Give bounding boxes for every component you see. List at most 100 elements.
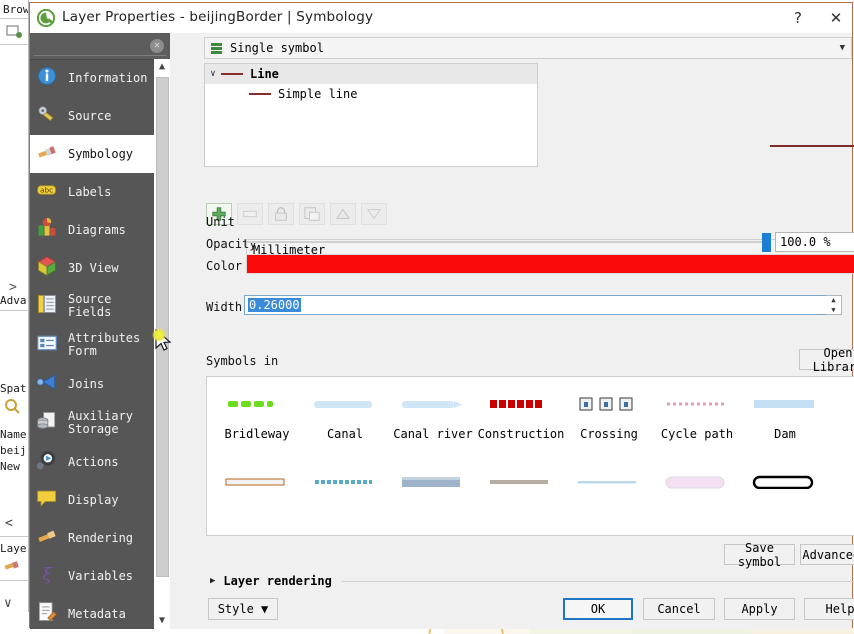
symbol-item[interactable]: Crossing	[565, 387, 653, 441]
source-fields-icon	[34, 293, 68, 319]
information-icon	[34, 65, 60, 87]
close-icon[interactable]: ✕	[819, 7, 853, 29]
symbol-item[interactable]: Canal	[301, 387, 389, 441]
symbols-list[interactable]: Bridleway Canal Canal river	[206, 376, 854, 536]
symbol-name: Canal	[301, 427, 389, 441]
symbol-item[interactable]	[565, 465, 653, 505]
add-layer-icon	[6, 24, 23, 39]
sidebar-item-rendering[interactable]: Rendering	[30, 519, 154, 557]
sidebar-item-symbology[interactable]: Symbology	[30, 135, 154, 173]
layer-rendering-section[interactable]: ▶ Layer rendering	[210, 573, 854, 589]
symbol-item[interactable]: Dam	[741, 387, 829, 441]
metadata-icon	[34, 601, 60, 623]
cancel-button[interactable]: Cancel	[643, 598, 715, 620]
help-button[interactable]: Help	[804, 598, 854, 620]
symbol-item[interactable]	[389, 465, 477, 505]
sidebar-search[interactable]: ✕	[30, 33, 170, 60]
advanced-button[interactable]: Advanced ▼	[800, 544, 854, 565]
symbology-brush-icon	[34, 141, 60, 163]
diagrams-icon	[34, 217, 60, 239]
clear-search-icon[interactable]: ✕	[150, 39, 164, 53]
sidebar-item-information[interactable]: Information	[30, 59, 154, 97]
dialog-title: Layer Properties - beijingBorder | Symbo…	[62, 9, 373, 25]
outline-orange-icon	[213, 465, 301, 499]
color-swatch[interactable]	[246, 254, 854, 274]
sidebar-scrollbar[interactable]: ▲ ▼	[154, 59, 170, 629]
zoom-icon	[4, 398, 20, 414]
sidebar-item-variables[interactable]: ξ Variables	[30, 557, 154, 595]
sidebar-item-auxiliary-storage[interactable]: Auxiliary Storage	[30, 403, 154, 443]
symbol-layer-row[interactable]: Simple line	[205, 84, 537, 104]
style-button[interactable]: Style ▼	[208, 598, 278, 620]
width-spinbox-arrows[interactable]: ▲ ▼	[826, 295, 842, 315]
sidebar-item-label: Source	[68, 110, 111, 123]
symbol-item[interactable]	[741, 465, 829, 505]
opacity-spinbox[interactable]: 100.0 % ▲▼	[775, 232, 854, 252]
collapse-left-icon[interactable]: <	[5, 516, 13, 531]
symbol-item[interactable]	[653, 465, 741, 505]
qgis-logo-icon	[37, 9, 55, 27]
symbol-item[interactable]	[301, 465, 389, 505]
rounded-black-icon	[741, 465, 829, 499]
chevron-down-icon[interactable]: ∨	[205, 69, 221, 79]
source-icon	[34, 103, 60, 125]
variables-icon: ξ	[34, 563, 60, 585]
expand-right-icon[interactable]: >	[9, 280, 17, 295]
save-symbol-button[interactable]: Save symbol	[724, 544, 795, 565]
new-label: New	[0, 460, 20, 473]
sidebar-item-labels[interactable]: abcLabels	[30, 173, 154, 211]
symbol-item[interactable]: Cycle path	[653, 387, 741, 441]
single-symbol-icon	[209, 41, 224, 56]
scroll-down-icon[interactable]: ▼	[154, 613, 170, 629]
opacity-slider-handle[interactable]	[762, 233, 771, 252]
wide-lightblue-taper-icon	[389, 387, 477, 421]
renderer-type-combo[interactable]: Single symbol ▼	[204, 37, 852, 59]
triangle-down-icon	[364, 206, 384, 225]
symbol-item[interactable]: Construction	[477, 387, 565, 441]
sidebar-item-display[interactable]: Display	[30, 481, 154, 519]
sidebar-item-metadata[interactable]: Metadata	[30, 595, 154, 629]
symbol-item[interactable]: Bridleway	[213, 387, 301, 441]
move-up-button	[330, 203, 356, 225]
symbol-item[interactable]	[213, 465, 301, 505]
sidebar-item-label: Joins	[68, 378, 104, 391]
sidebar-item-attributes-form[interactable]: Attributes Form	[30, 325, 154, 365]
sidebar-item-source-fields[interactable]: Source Fields	[30, 287, 154, 325]
sidebar-item-label: Variables	[68, 570, 133, 583]
symbol-layer-tree[interactable]: ∨LineSimple line	[204, 63, 538, 167]
open-library-button[interactable]: Open Library	[799, 349, 854, 370]
sidebar-item-label: Actions	[68, 456, 119, 469]
move-down-button	[361, 203, 387, 225]
sidebar-item-source[interactable]: Source	[30, 97, 154, 135]
information-icon	[34, 65, 68, 91]
dashed-teal-icon	[301, 465, 389, 499]
help-icon[interactable]: ?	[781, 7, 815, 29]
apply-button[interactable]: Apply	[724, 598, 795, 620]
chevron-right-icon: ▶	[210, 576, 215, 586]
renderer-type-value: Single symbol	[230, 41, 324, 55]
sidebar-item-joins[interactable]: Joins	[30, 365, 154, 403]
ok-button[interactable]: OK	[563, 598, 633, 620]
svg-text:abc: abc	[40, 186, 53, 195]
width-value: 0.26000	[248, 298, 301, 312]
sidebar-item-diagrams[interactable]: Diagrams	[30, 211, 154, 249]
symbol-item[interactable]: Canal river	[389, 387, 477, 441]
scroll-up-icon[interactable]: ▲	[154, 59, 170, 75]
expand-layers-icon[interactable]: ∨	[4, 596, 12, 611]
wide-steelblue-icon	[389, 465, 477, 499]
rendering-brush-icon	[34, 525, 60, 547]
sidebar-item-actions[interactable]: Actions	[30, 443, 154, 481]
line-swatch	[221, 73, 243, 75]
symbol-item[interactable]	[477, 465, 565, 505]
layer-rendering-label: Layer rendering	[223, 574, 331, 588]
dashed-green-icon	[213, 387, 301, 421]
sidebar-item-3d-view[interactable]: 3D View	[30, 249, 154, 287]
symbol-layer-row[interactable]: ∨Line	[205, 64, 537, 84]
settings-sidebar: ✕ Information Source Symbology abcLabels	[30, 33, 170, 629]
opacity-slider[interactable]	[246, 232, 771, 253]
search-input[interactable]	[34, 36, 166, 56]
thin-lightblue-icon	[565, 465, 653, 499]
source-fields-icon	[34, 293, 60, 315]
sidebar-scrollbar-thumb[interactable]	[156, 77, 169, 577]
width-input[interactable]: 0.26000	[244, 295, 842, 315]
